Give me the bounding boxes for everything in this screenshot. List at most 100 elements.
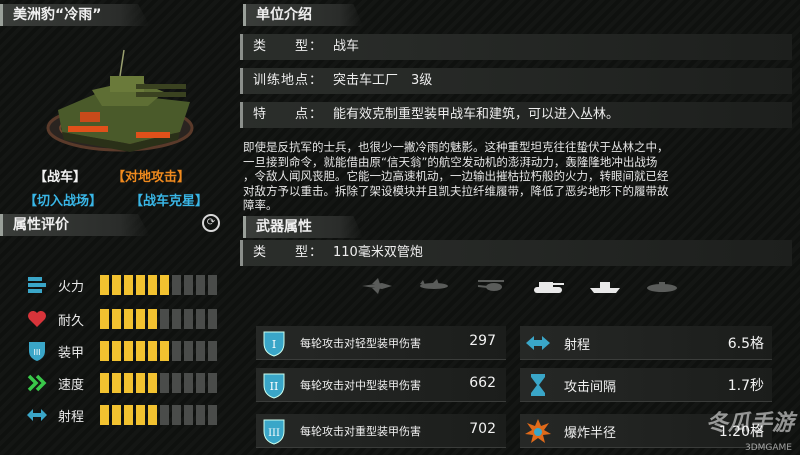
description-line: 障率。 <box>243 198 278 213</box>
submarine-icon <box>647 282 677 292</box>
helicopter-icon <box>477 280 504 291</box>
stat-bar-segment <box>124 309 133 329</box>
watermark-logo: 冬瓜手游 <box>705 411 794 436</box>
firepower-icon <box>26 274 48 296</box>
stat-bar-segment <box>100 309 109 329</box>
stat-bar-segment <box>148 405 157 425</box>
damage-row-heavy: III 每轮攻击对重型装甲伤害 702 <box>256 414 506 448</box>
unit-name-header: 美洲豹“冷雨” <box>0 4 150 26</box>
stat-bar-segment <box>184 309 193 329</box>
stat-bar-segment <box>136 309 145 329</box>
stat-bar-segment <box>184 341 193 361</box>
medium-armor-icon: II <box>263 373 285 399</box>
stat-bar-segment <box>148 309 157 329</box>
weapon-header: 武器属性 <box>243 216 363 238</box>
stat-bar-segment <box>208 373 217 393</box>
fighter-jet-icon <box>362 278 392 294</box>
stat-bar-segment <box>112 373 121 393</box>
damage-value: 662 <box>469 375 496 391</box>
stat-bar-segment <box>196 373 205 393</box>
target-types <box>360 278 679 294</box>
light-armor-icon: I <box>263 331 285 357</box>
stat-label: 耐久 <box>58 314 85 329</box>
attributes-header: 属性评价 <box>0 214 150 236</box>
stat-bar-segment <box>160 373 169 393</box>
damage-row-medium: II 每轮攻击对中型装甲伤害 662 <box>256 368 506 402</box>
stat-bar-segment <box>148 275 157 295</box>
weapon-type-value: 110毫米双管炮 <box>333 245 423 260</box>
stat-bar-segment <box>208 341 217 361</box>
info-key: 特 点： <box>253 107 324 122</box>
stat-bar-segment <box>100 373 109 393</box>
stat-bar-segment <box>148 373 157 393</box>
range-arrows-icon <box>26 404 48 426</box>
stat-bar-segment <box>112 275 121 295</box>
stat-row: 速度 <box>26 372 226 394</box>
stat-label: 火力 <box>58 280 85 295</box>
stat-bar-segment <box>100 341 109 361</box>
explosion-icon <box>525 419 551 443</box>
stat-bar-segment <box>184 275 193 295</box>
range-arrows-icon <box>526 336 550 350</box>
ship-icon <box>590 282 620 293</box>
stat-level-bar <box>100 309 217 329</box>
description-line: 一旦接到命令，就能借由原“信天翁”的航空发动机的澎湃动力，轰隆隆地冲出战场 <box>243 154 658 169</box>
damage-label: 每轮攻击对重型装甲伤害 <box>300 425 421 438</box>
stat-bar-segment <box>160 275 169 295</box>
stat-bar-segment <box>100 405 109 425</box>
unit-intro-header: 单位介绍 <box>243 4 363 26</box>
stat-bar-segment <box>184 405 193 425</box>
unit-description: 即使是反抗军的士兵，也很少一撇冷雨的魅影。这种重型坦克往往蛰伏于丛林之中， 一旦… <box>243 140 793 213</box>
stat-bar-segment <box>208 309 217 329</box>
stat-bar-segment <box>172 405 181 425</box>
stat-bar-segment <box>172 275 181 295</box>
stat-label: 速度 <box>58 378 85 393</box>
stat-bar-segment <box>184 373 193 393</box>
stat-label: 装甲 <box>58 346 85 361</box>
svg-text:III: III <box>33 348 40 357</box>
info-row-type: 类 型： 战车 <box>240 34 792 60</box>
stat-bar-segment <box>196 309 205 329</box>
description-line: 对敌方予以重击。拆除了架设模块并且凯夫拉纤维履带，降低了恶劣地形下的履带故 <box>243 183 669 198</box>
info-key: 类 型： <box>253 39 324 54</box>
damage-label: 每轮攻击对中型装甲伤害 <box>300 379 421 392</box>
stat-row: 耐久 <box>26 308 226 330</box>
info-key: 训练地点： <box>253 73 324 88</box>
info-value: 能有效克制重型装甲战车和建筑，可以进入丛林。 <box>333 107 620 122</box>
stat-bar-segment <box>160 405 169 425</box>
heart-icon <box>26 308 48 330</box>
tag-ground-attack: 【对地攻击】 <box>112 170 191 185</box>
prop-label: 攻击间隔 <box>564 380 617 395</box>
stat-bar-segment <box>208 405 217 425</box>
stat-bar-segment <box>112 341 121 361</box>
stat-bar-segment <box>136 373 145 393</box>
refresh-icon[interactable]: ⟳ <box>202 214 220 232</box>
armor-shield-icon: III <box>26 340 48 362</box>
stat-bar-segment <box>160 309 169 329</box>
weapon-type-key: 类 型： <box>253 245 324 260</box>
prop-value: 6.5格 <box>727 336 764 352</box>
stat-bar-segment <box>124 373 133 393</box>
description-line: 即使是反抗军的士兵，也很少一撇冷雨的魅影。这种重型坦克往往蛰伏于丛林之中， <box>243 140 669 154</box>
tank-icon <box>534 282 564 293</box>
prop-row-interval: 攻击间隔 1.7秒 <box>520 368 772 402</box>
stat-row: 火力 <box>26 274 226 296</box>
stat-level-bar <box>100 405 217 425</box>
info-value: 突击车工厂 3级 <box>333 73 433 88</box>
airplane-icon <box>420 279 448 289</box>
prop-value: 1.7秒 <box>727 378 764 394</box>
stat-level-bar <box>100 275 217 295</box>
stat-level-bar <box>100 373 217 393</box>
stat-label: 射程 <box>58 410 85 425</box>
stat-bar-segment <box>196 275 205 295</box>
info-row-feature: 特 点： 能有效克制重型装甲战车和建筑，可以进入丛林。 <box>240 102 792 128</box>
stat-bar-segment <box>124 275 133 295</box>
damage-row-light: I 每轮攻击对轻型装甲伤害 297 <box>256 326 506 360</box>
prop-label: 射程 <box>564 338 591 353</box>
speed-chevrons-icon <box>26 372 48 394</box>
damage-value: 702 <box>469 421 496 437</box>
stat-row: III 装甲 <box>26 340 226 362</box>
stat-bar-segment <box>172 373 181 393</box>
heavy-armor-icon: III <box>263 419 285 445</box>
tag-enter-battlefield: 【切入战场】 <box>24 194 103 209</box>
